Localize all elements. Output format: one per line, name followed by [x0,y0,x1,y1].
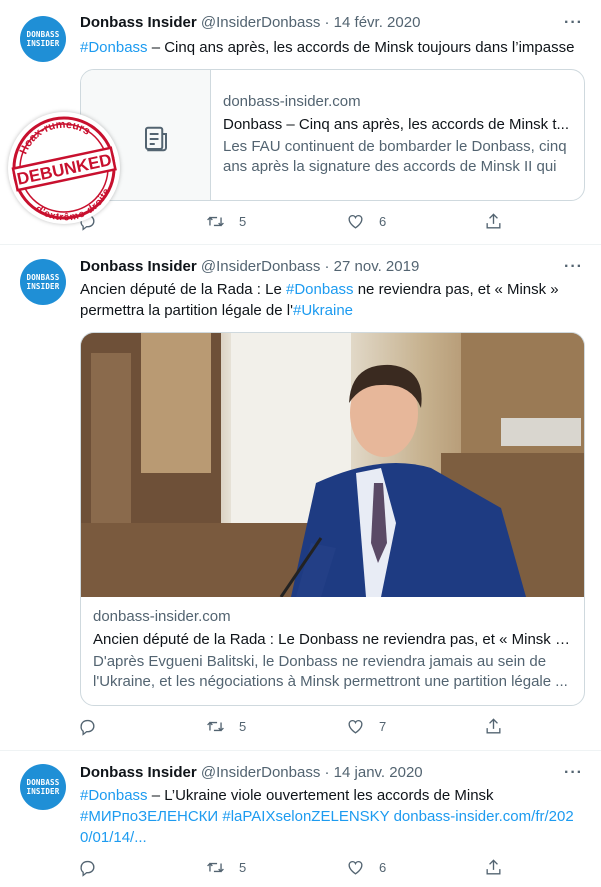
tweet-actions: 5 6 [78,858,508,882]
retweet-count: 5 [239,214,247,229]
author-name[interactable]: Donbass Insider [80,14,197,31]
reply-button[interactable] [78,858,97,877]
card-domain: donbass-insider.com [223,93,361,110]
retweet-button[interactable]: 5 [206,717,246,736]
avatar-text-line2: INSIDER [26,282,60,291]
like-count: 7 [379,719,387,734]
separator-dot: · [324,764,330,781]
debunked-stamp: Hoax-rumeurs DEBUNKED d'extrême-droite [8,112,120,230]
avatar[interactable]: DONBASS INSIDER [20,764,66,810]
hashtag-link[interactable]: #Donbass [80,787,148,804]
card-body: donbass-insider.com Ancien député de la … [93,607,572,692]
avatar-text-line2: INSIDER [26,787,60,796]
share-button[interactable] [484,212,503,231]
tweet-2[interactable]: DONBASS INSIDER Donbass Insider @Insider… [0,246,601,751]
article-icon [144,126,167,152]
like-count: 6 [379,860,387,875]
tweet-3[interactable]: DONBASS INSIDER Donbass Insider @Insider… [0,752,601,887]
tweet-text-body: – L’Ukraine viole ouvertement les accord… [147,787,494,804]
tweet-header: Donbass Insider @InsiderDonbass · 14 fév… [80,14,420,31]
share-icon [486,718,501,734]
author-handle[interactable]: @InsiderDonbass [201,258,320,275]
tweet-header: Donbass Insider @InsiderDonbass · 27 nov… [80,258,419,275]
tweet-actions: 5 6 [78,212,508,236]
card-title: Donbass – Cinq ans après, les accords de… [223,116,569,133]
tweet-text-body: – Cinq ans après, les accords de Minsk t… [147,39,575,56]
card-title: Ancien député de la Rada : Le Donbass ne… [93,631,572,648]
separator-dot: · [324,14,330,31]
reply-button[interactable] [78,717,97,736]
share-button[interactable] [484,717,503,736]
avatar-text-line1: DONBASS [26,778,60,787]
heart-icon [348,719,363,734]
author-name[interactable]: Donbass Insider [80,258,197,275]
like-button[interactable]: 7 [346,717,386,736]
reply-icon [80,719,95,736]
tweet-text: #Donbass – L’Ukraine viole ouvertement l… [80,785,585,848]
more-options-icon[interactable]: ··· [564,14,583,32]
link-card[interactable]: donbass-insider.com Ancien député de la … [80,332,585,706]
card-description: Les FAU continuent de bombarder le Donba… [223,138,567,175]
svg-text:d'extrême-droite: d'extrême-droite [31,185,117,224]
hashtag-link[interactable]: #МИРпоЗЕЛЕНСКИ [80,808,218,825]
retweet-button[interactable]: 5 [206,858,246,877]
reply-icon [80,860,95,877]
share-button[interactable] [484,858,503,877]
retweet-count: 5 [239,719,247,734]
author-handle[interactable]: @InsiderDonbass [201,764,320,781]
retweet-icon [207,721,224,732]
tweet-text-part1: Ancien député de la Rada : Le [80,281,286,298]
hashtag-link[interactable]: #Ukraine [293,302,353,319]
retweet-count: 5 [239,860,247,875]
separator-dot: · [324,258,330,275]
heart-icon [348,214,363,229]
avatar[interactable]: DONBASS INSIDER [20,259,66,305]
heart-icon [348,860,363,875]
like-button[interactable]: 6 [346,212,386,231]
retweet-icon [207,862,224,873]
share-icon [486,859,501,875]
more-options-icon[interactable]: ··· [564,764,583,782]
card-photo [81,333,584,597]
tweet-date[interactable]: 14 févr. 2020 [334,14,421,31]
hashtag-link[interactable]: #Donbass [80,39,148,56]
card-domain: donbass-insider.com [93,608,231,625]
stamp-bottom-text: d'extrême-droite [31,185,117,231]
hashtag-link[interactable]: #Donbass [286,281,354,298]
like-count: 6 [379,214,387,229]
tweet-date[interactable]: 27 nov. 2019 [334,258,420,275]
speaker-photo-illustration [81,333,584,597]
stamp-middle-text: DEBUNKED [15,150,113,189]
hashtag-link[interactable]: #laPAIXselonZELENSKY [222,808,389,825]
retweet-icon [207,216,224,227]
card-description: D'après Evgueni Balitski, le Donbass ne … [93,653,568,690]
avatar-text-line2: INSIDER [26,39,60,48]
more-options-icon[interactable]: ··· [564,258,583,276]
author-handle[interactable]: @InsiderDonbass [201,14,320,31]
card-body: donbass-insider.com Donbass – Cinq ans a… [223,92,572,177]
link-card[interactable]: donbass-insider.com Donbass – Cinq ans a… [80,69,585,201]
tweet-text: #Donbass – Cinq ans après, les accords d… [80,37,585,58]
author-name[interactable]: Donbass Insider [80,764,197,781]
tweet-actions: 5 7 [78,717,508,741]
like-button[interactable]: 6 [346,858,386,877]
share-icon [486,213,501,229]
avatar-text-line1: DONBASS [26,273,60,282]
tweet-date[interactable]: 14 janv. 2020 [334,764,423,781]
tweet-header: Donbass Insider @InsiderDonbass · 14 jan… [80,764,423,781]
avatar[interactable]: DONBASS INSIDER [20,16,66,62]
retweet-button[interactable]: 5 [206,212,246,231]
tweet-text: Ancien député de la Rada : Le #Donbass n… [80,279,585,321]
avatar-text-line1: DONBASS [26,30,60,39]
debunked-stamp-graphic: Hoax-rumeurs DEBUNKED d'extrême-droite [11,112,117,230]
